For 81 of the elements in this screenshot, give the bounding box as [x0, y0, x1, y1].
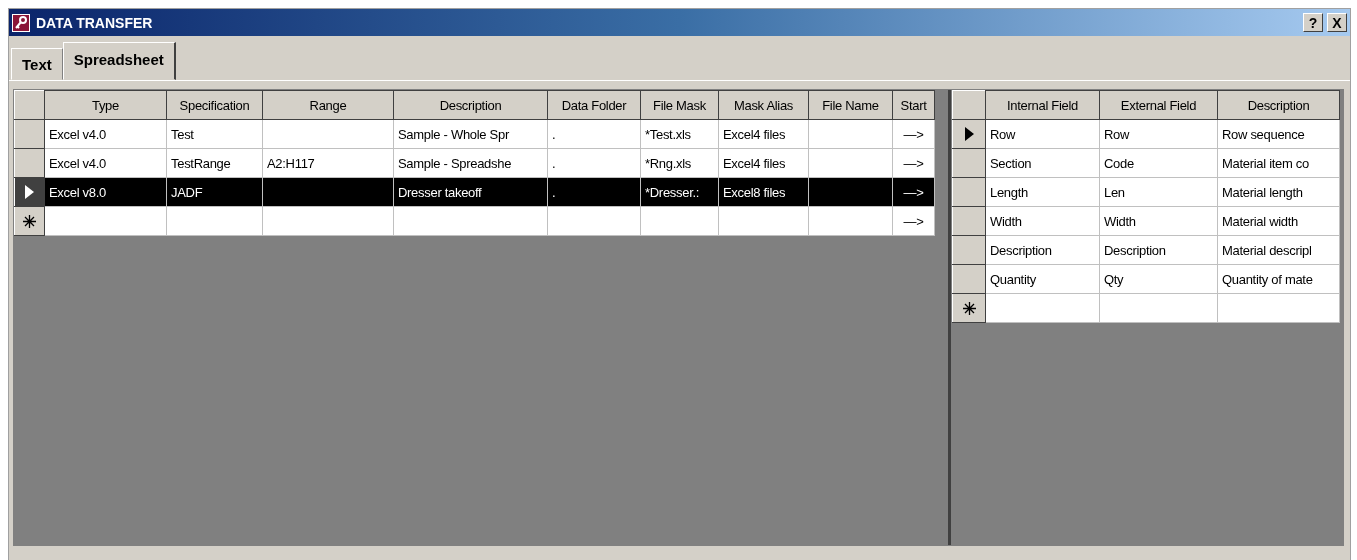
- table-cell: Description: [1099, 235, 1218, 265]
- table-cell: Section: [985, 148, 1100, 178]
- table-cell: Material width: [1217, 206, 1340, 236]
- row-selector[interactable]: [952, 206, 986, 236]
- table-cell: Description: [985, 235, 1100, 265]
- table-row[interactable]: Description Description Material descripl: [952, 235, 1340, 265]
- column-header[interactable]: Start: [892, 90, 935, 120]
- table-cell: Length: [985, 177, 1100, 207]
- asterisk-icon: [962, 301, 976, 315]
- help-button[interactable]: ?: [1303, 13, 1323, 32]
- table-cell: Qty: [1099, 264, 1218, 294]
- row-selector[interactable]: [14, 148, 45, 178]
- table-row[interactable]: Quantity Qty Quantity of mate: [952, 264, 1340, 294]
- corner-cell: [14, 90, 45, 120]
- row-selector[interactable]: [952, 264, 986, 294]
- table-cell: Excel4 files: [718, 148, 809, 178]
- table-row[interactable]: Width Width Material width: [952, 206, 1340, 236]
- column-header[interactable]: Type: [44, 90, 167, 120]
- table-cell: Excel4 files: [718, 119, 809, 149]
- table-row[interactable]: Length Len Material length: [952, 177, 1340, 207]
- column-header[interactable]: File Mask: [640, 90, 719, 120]
- column-header[interactable]: Range: [262, 90, 394, 120]
- tab[interactable]: Spreadsheet: [62, 42, 176, 80]
- row-selector[interactable]: [14, 206, 45, 236]
- column-header[interactable]: Description: [1217, 90, 1340, 120]
- table-row[interactable]: Row Row Row sequence: [952, 119, 1340, 149]
- row-selector[interactable]: [952, 148, 986, 178]
- row-selector[interactable]: [952, 293, 986, 323]
- asterisk-icon: [23, 214, 36, 228]
- table-cell: Sample - Whole Spr: [393, 119, 548, 149]
- table-cell: *Rng.xls: [640, 148, 719, 178]
- table-row[interactable]: Section Code Material item co: [952, 148, 1340, 178]
- table-cell: *Dresser.:: [640, 177, 719, 207]
- column-header[interactable]: External Field: [1099, 90, 1218, 120]
- table-cell: Quantity of mate: [1217, 264, 1340, 294]
- table-cell: *Test.xls: [640, 119, 719, 149]
- table-cell: Row: [1099, 119, 1218, 149]
- table-cell: Quantity: [985, 264, 1100, 294]
- table-cell: .: [547, 177, 641, 207]
- table-cell: Code: [1099, 148, 1218, 178]
- row-selector[interactable]: [14, 119, 45, 149]
- corner-cell: [952, 90, 986, 120]
- window-title: DATA TRANSFER: [36, 14, 153, 31]
- table-cell: Material item co: [1217, 148, 1340, 178]
- column-header[interactable]: Specification: [166, 90, 263, 120]
- close-button[interactable]: X: [1327, 13, 1347, 32]
- table-cell: Width: [1099, 206, 1218, 236]
- column-header[interactable]: File Name: [808, 90, 893, 120]
- table-row[interactable]: Excel v4.0 Test Sample - Whole Spr . *Test.xls Excel4 files —>: [14, 119, 935, 149]
- column-header[interactable]: Internal Field: [985, 90, 1100, 120]
- column-header[interactable]: Description: [393, 90, 548, 120]
- table-cell: Test: [166, 119, 263, 149]
- table-cell: Row sequence: [1217, 119, 1340, 149]
- current-row-icon: [964, 127, 974, 141]
- row-selector[interactable]: [952, 119, 986, 149]
- row-selector[interactable]: [952, 177, 986, 207]
- table-cell: Excel v4.0: [44, 148, 167, 178]
- column-header[interactable]: Data Folder: [547, 90, 641, 120]
- table-cell: JADF: [166, 177, 263, 207]
- table-cell: Row: [985, 119, 1100, 149]
- row-selector[interactable]: [14, 177, 45, 207]
- table-row[interactable]: Excel v4.0 TestRange A2:H117 Sample - Spreadshe . *Rng.xls Excel4 files —>: [14, 148, 935, 178]
- table-cell: Dresser takeoff: [393, 177, 548, 207]
- table-cell: A2:H117: [262, 148, 394, 178]
- current-row-icon: [25, 185, 34, 199]
- table-cell: .: [547, 148, 641, 178]
- table-cell: Excel8 files: [718, 177, 809, 207]
- tab[interactable]: Text: [11, 48, 63, 80]
- table-row[interactable]: Excel v8.0 JADF Dresser takeoff . *Dresser.: Excel8 files —>: [14, 177, 935, 207]
- row-selector[interactable]: [952, 235, 986, 265]
- table-cell: Len: [1099, 177, 1218, 207]
- table-cell: Excel v8.0: [44, 177, 167, 207]
- table-cell: Excel v4.0: [44, 119, 167, 149]
- table-cell: TestRange: [166, 148, 263, 178]
- table-cell: Material length: [1217, 177, 1340, 207]
- table-cell: Sample - Spreadshe: [393, 148, 548, 178]
- table-cell: .: [547, 119, 641, 149]
- key-icon: [12, 13, 30, 32]
- table-cell: Width: [985, 206, 1100, 236]
- table-cell: Material descripl: [1217, 235, 1340, 265]
- column-header[interactable]: Mask Alias: [718, 90, 809, 120]
